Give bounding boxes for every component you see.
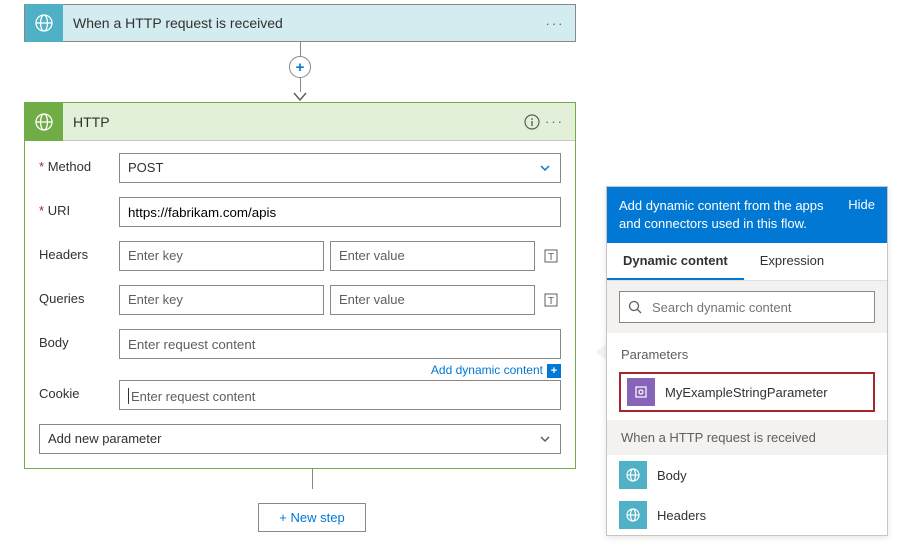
plus-icon: + <box>547 364 561 378</box>
http-action-card: HTTP ··· * Method POST * URI <box>24 102 576 469</box>
headers-value-input[interactable]: Enter value <box>330 241 535 271</box>
dynamic-content-panel: Add dynamic content from the apps and co… <box>606 186 888 536</box>
arrow-down-icon <box>293 92 307 102</box>
body-input[interactable] <box>119 329 561 359</box>
method-label: * Method <box>39 153 119 174</box>
queries-key-input[interactable]: Enter key <box>119 285 324 315</box>
parameters-section-label: Parameters <box>607 333 887 372</box>
dynamic-item-parameter[interactable]: MyExampleStringParameter <box>619 372 875 412</box>
hide-panel-button[interactable]: Hide <box>848 197 875 233</box>
svg-text:T: T <box>548 252 554 263</box>
http-trigger-icon <box>25 4 63 42</box>
method-select[interactable]: POST <box>119 153 561 183</box>
dynamic-content-search-input[interactable] <box>650 299 866 316</box>
connector: + <box>24 42 576 102</box>
headers-key-input[interactable]: Enter key <box>119 241 324 271</box>
tab-dynamic-content[interactable]: Dynamic content <box>607 243 744 280</box>
action-header[interactable]: HTTP ··· <box>25 103 575 141</box>
trigger-menu-button[interactable]: ··· <box>535 16 575 31</box>
cookie-input[interactable]: Enter request content <box>119 380 561 410</box>
trigger-title: When a HTTP request is received <box>63 15 535 31</box>
http-action-icon <box>25 103 63 141</box>
dynamic-content-header: Add dynamic content from the apps and co… <box>619 197 838 233</box>
svg-text:T: T <box>548 296 554 307</box>
headers-label: Headers <box>39 241 119 262</box>
queries-label: Queries <box>39 285 119 306</box>
add-step-inline-button[interactable]: + <box>289 56 311 78</box>
chevron-down-icon <box>538 432 552 446</box>
dynamic-item-body[interactable]: Body <box>607 455 887 495</box>
info-icon[interactable] <box>519 114 545 130</box>
dynamic-item-headers[interactable]: Headers <box>607 495 887 535</box>
tab-expression[interactable]: Expression <box>744 243 840 280</box>
trigger-card[interactable]: When a HTTP request is received ··· <box>24 4 576 42</box>
search-icon <box>628 300 642 314</box>
action-menu-button[interactable]: ··· <box>545 114 575 129</box>
add-parameter-select[interactable]: Add new parameter <box>39 424 561 454</box>
dynamic-content-search[interactable] <box>619 291 875 323</box>
queries-value-input[interactable]: Enter value <box>330 285 535 315</box>
http-icon <box>619 501 647 529</box>
new-step-button[interactable]: + New step <box>258 503 365 532</box>
uri-input[interactable] <box>119 197 561 227</box>
parameter-icon <box>627 378 655 406</box>
panel-pointer <box>596 344 606 360</box>
uri-label: * URI <box>39 197 119 218</box>
trigger-section-label: When a HTTP request is received <box>607 420 887 455</box>
body-label: Body <box>39 329 119 350</box>
action-title: HTTP <box>63 114 519 130</box>
add-dynamic-content-link[interactable]: Add dynamic content+ <box>119 363 561 378</box>
chevron-down-icon <box>538 161 552 175</box>
http-icon <box>619 461 647 489</box>
queries-mode-toggle-icon[interactable]: T <box>541 292 561 308</box>
headers-mode-toggle-icon[interactable]: T <box>541 248 561 264</box>
cookie-label: Cookie <box>39 380 119 401</box>
